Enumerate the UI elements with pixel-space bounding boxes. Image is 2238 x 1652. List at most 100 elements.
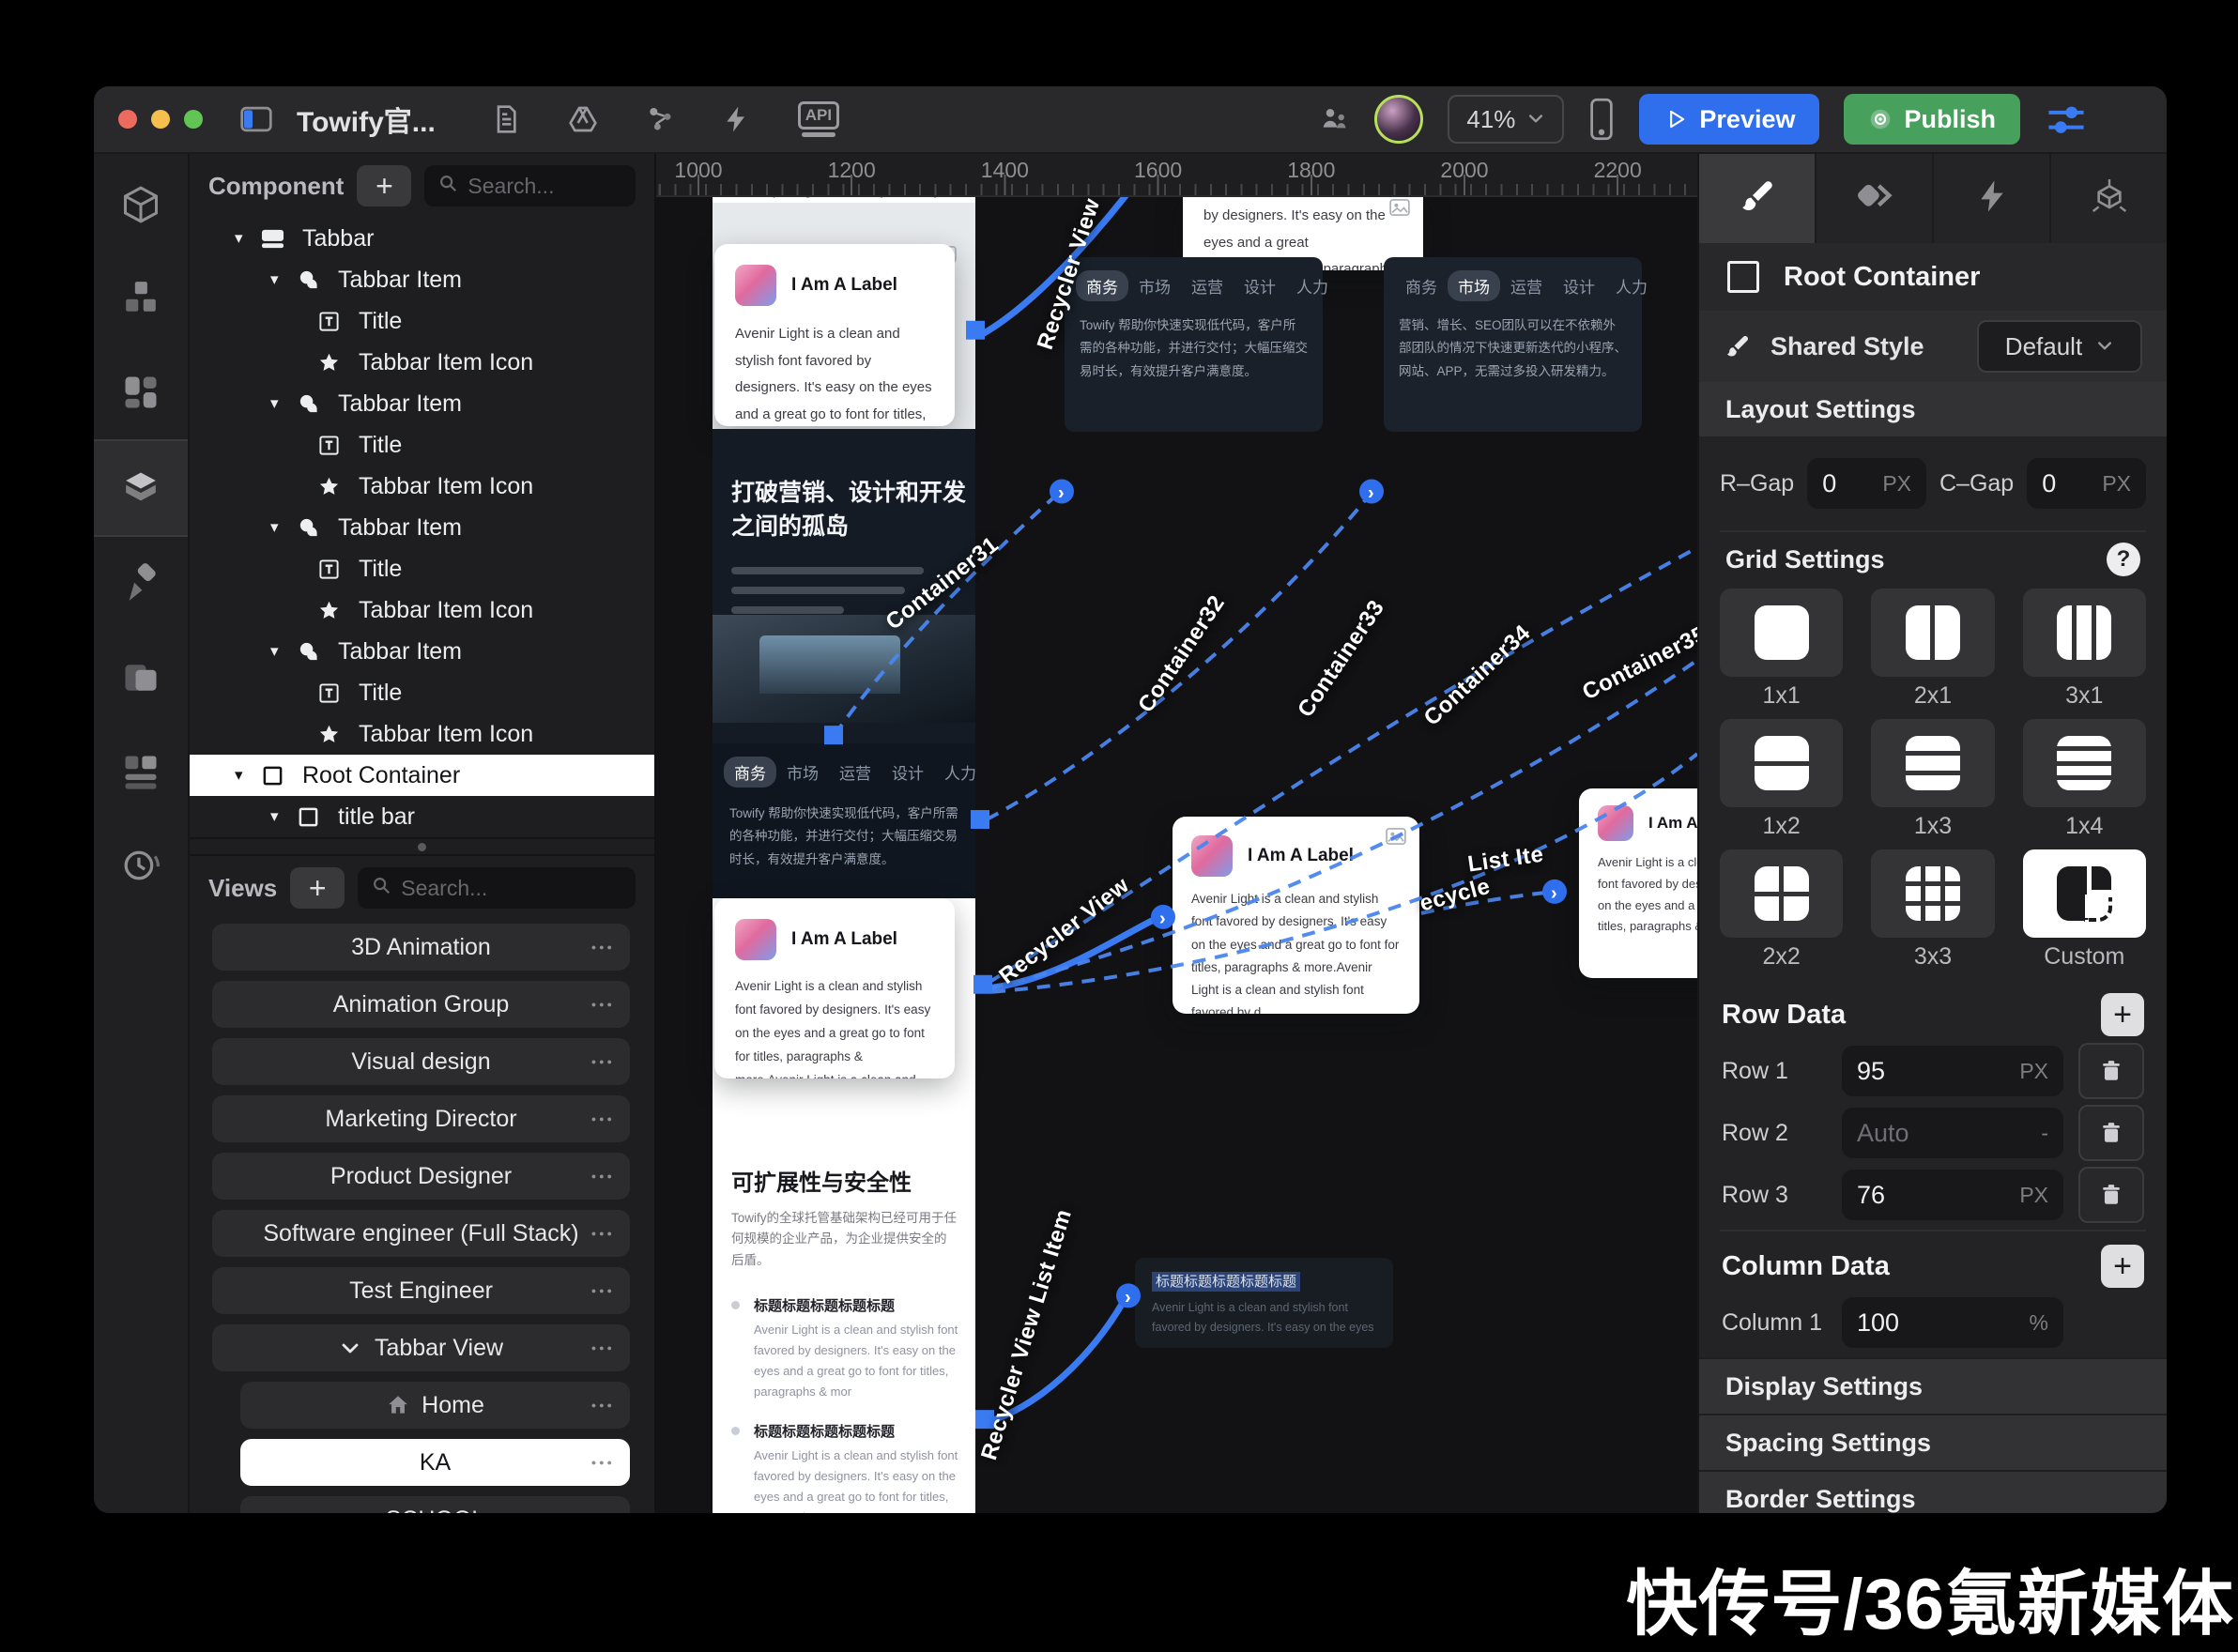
faded-list-card[interactable]: 标题标题标题标题标题 Avenir Light is a clean and s… (1135, 1258, 1393, 1348)
label-card-mid[interactable]: I Am A Label Avenir Light is a clean and… (1173, 817, 1419, 1014)
row-value-input[interactable]: 76 PX (1842, 1170, 2063, 1220)
zoom-level-dropdown[interactable]: 41% (1448, 95, 1565, 144)
features-section[interactable]: 可扩展性与安全性 Towify的全球托管基础架构已经可用于任何规模的企业产品，为… (713, 1138, 975, 1513)
view-item-menu[interactable]: ●●● (591, 942, 615, 952)
tree-item-tabbar-item-icon[interactable]: Tabbar Item Icon (190, 466, 654, 507)
tab-actions[interactable] (1934, 154, 2051, 243)
row-value-input[interactable]: Auto - (1842, 1108, 2063, 1158)
view-item-tabbar-view[interactable]: Tabbar View ●●● (212, 1324, 630, 1371)
data-flow-icon[interactable] (644, 104, 676, 134)
fullscreen-window-button[interactable] (184, 110, 203, 129)
help-icon[interactable]: ? (2107, 543, 2140, 576)
tree-item-tabbar-item[interactable]: ▾ Tabbar Item (190, 259, 654, 300)
sidebar-toggle-icon[interactable] (240, 104, 272, 134)
tab-设计[interactable]: 设计 (1553, 270, 1605, 301)
minimize-window-button[interactable] (151, 110, 170, 129)
tab-市场[interactable]: 市场 (1448, 270, 1500, 301)
tab-人力[interactable]: 人力 (934, 757, 987, 788)
tree-item-tabbar[interactable]: ▾ Tabbar (190, 218, 654, 259)
view-item-menu[interactable]: ●●● (591, 1229, 615, 1238)
tree-item-tabbar-item[interactable]: ▾ Tabbar Item (190, 631, 654, 672)
tab-市场[interactable]: 市场 (1128, 270, 1181, 301)
grid-option-custom[interactable]: Custom (2022, 849, 2146, 980)
settings-sliders-icon[interactable] (2045, 100, 2088, 138)
label-card[interactable]: I Am A Label Avenir Light is a clean and… (714, 244, 955, 426)
tab-style[interactable] (1699, 154, 1816, 243)
pages-icon[interactable] (490, 104, 522, 134)
tree-item-title[interactable]: Title (190, 300, 654, 342)
grid-option-1x3[interactable]: 1x3 (1871, 719, 1995, 849)
tree-item-tabbar-item[interactable]: ▾ Tabbar Item (190, 383, 654, 424)
tab-设计[interactable]: 设计 (881, 757, 934, 788)
tab-人力[interactable]: 人力 (1286, 270, 1339, 301)
view-item-school[interactable]: SCHOOL●●● (240, 1496, 630, 1513)
r-gap-input[interactable]: 0 PX (1807, 458, 1926, 509)
tab-商务[interactable]: 商务 (1076, 270, 1128, 301)
shared-style-dropdown[interactable]: Default (1977, 320, 2142, 373)
pin-tool-icon[interactable] (94, 537, 188, 631)
design-canvas[interactable]: 1000 1200 1400 1600 1800 2000 2200 favored by … (656, 154, 1697, 1513)
view-item-3d-animation[interactable]: 3D Animation ●●● (212, 924, 630, 971)
tree-item-title-bar[interactable]: ▾ title bar (190, 796, 654, 837)
tab-设计[interactable]: 设计 (1234, 270, 1286, 301)
tab-商务[interactable]: 商务 (724, 757, 776, 788)
tree-item-tabbar-item-icon[interactable]: Tabbar Item Icon (190, 713, 654, 755)
display-settings-header[interactable]: Display Settings (1699, 1357, 2167, 1414)
grid-option-3x1[interactable]: 3x1 (2022, 589, 2146, 719)
tree-item-tabbar-item-icon[interactable]: Tabbar Item Icon (190, 589, 654, 631)
layout-settings-header[interactable]: Layout Settings (1699, 382, 2167, 436)
view-item-menu[interactable]: ●●● (591, 1114, 615, 1124)
border-settings-header[interactable]: Border Settings (1699, 1470, 2167, 1513)
component-cubes-icon[interactable] (94, 252, 188, 345)
tab-section[interactable]: 商务 市场 运营 设计 人力 Towify 帮助你快速实现低代码，客户所需的各种功能，并… (713, 743, 976, 898)
grid-option-3x3[interactable]: 3x3 (1871, 849, 1995, 980)
delete-row-button[interactable] (2078, 1043, 2144, 1099)
view-item-home[interactable]: Home ●●● (240, 1382, 630, 1429)
add-row-button[interactable]: + (2101, 993, 2144, 1036)
layout-blocks-icon[interactable] (94, 725, 188, 818)
spacing-settings-header[interactable]: Spacing Settings (1699, 1414, 2167, 1470)
view-item-test-engineer[interactable]: Test Engineer ●●● (212, 1267, 630, 1314)
tab-运营[interactable]: 运营 (1500, 270, 1553, 301)
phone-artboard[interactable]: favored by designers. It's easy on the e… (713, 180, 976, 1513)
view-item-menu[interactable]: ●●● (591, 1400, 615, 1410)
view-item-menu[interactable]: ●●● (591, 1171, 615, 1181)
tree-item-tabbar-item-icon[interactable]: Tabbar Item Icon (190, 342, 654, 383)
hero-section[interactable]: 打破营销、设计和开发 之间的孤岛 (713, 429, 975, 743)
publish-button[interactable]: Publish (1844, 94, 2020, 145)
marketing-card-market[interactable]: 商务 市场 运营 设计 人力 营销、增长、SEO团队可以在不依赖外部团队的情况下快速更新… (1384, 257, 1648, 432)
tab-3d[interactable] (2051, 154, 2167, 243)
label-card-2[interactable]: I Am A Label Avenir Light is a clean and… (714, 898, 955, 1078)
marketing-card-business[interactable]: 商务 市场 运营 设计 人力 Towify 帮助你快速实现低代码，客户所需的各种功能，并… (1065, 257, 1328, 432)
grid-option-2x1[interactable]: 2x1 (1871, 589, 1995, 719)
3d-cube-icon[interactable] (94, 158, 188, 252)
assets-icon[interactable] (567, 104, 599, 134)
close-window-button[interactable] (118, 110, 137, 129)
view-item-software-engineer-full-stack[interactable]: Software engineer (Full Stack) ●●● (212, 1210, 630, 1257)
api-icon[interactable]: API (797, 101, 840, 137)
panel-resize-handle[interactable] (190, 837, 654, 856)
device-preview-icon[interactable] (1588, 98, 1615, 141)
tab-运营[interactable]: 运营 (1181, 270, 1234, 301)
view-item-menu[interactable]: ●●● (591, 1000, 615, 1009)
tab-运营[interactable]: 运营 (829, 757, 881, 788)
view-item-visual-design[interactable]: Visual design ●●● (212, 1038, 630, 1085)
view-item-product-designer[interactable]: Product Designer ●●● (212, 1153, 630, 1200)
frames-icon[interactable] (94, 631, 188, 725)
delete-row-button[interactable] (2078, 1105, 2144, 1161)
preview-button[interactable]: Preview (1639, 94, 1820, 145)
tab-shared-styles[interactable] (1816, 154, 1934, 243)
tab-商务[interactable]: 商务 (1395, 270, 1448, 301)
view-item-menu[interactable]: ●●● (591, 1458, 615, 1467)
view-item-menu[interactable]: ●●● (591, 1286, 615, 1295)
grid-option-1x1[interactable]: 1x1 (1720, 589, 1844, 719)
component-search-input[interactable]: Search... (424, 165, 636, 206)
tree-item-tabbar-item[interactable]: ▾ Tabbar Item (190, 507, 654, 548)
view-item-menu[interactable]: ●●● (591, 1057, 615, 1066)
row-value-input[interactable]: 95 PX (1842, 1046, 2063, 1096)
tab-市场[interactable]: 市场 (776, 757, 829, 788)
view-item-animation-group[interactable]: Animation Group ●●● (212, 981, 630, 1028)
view-item-marketing-director[interactable]: Marketing Director ●●● (212, 1095, 630, 1142)
tree-item-title[interactable]: Title (190, 424, 654, 466)
view-item-ka[interactable]: KA ●●● (240, 1439, 630, 1486)
